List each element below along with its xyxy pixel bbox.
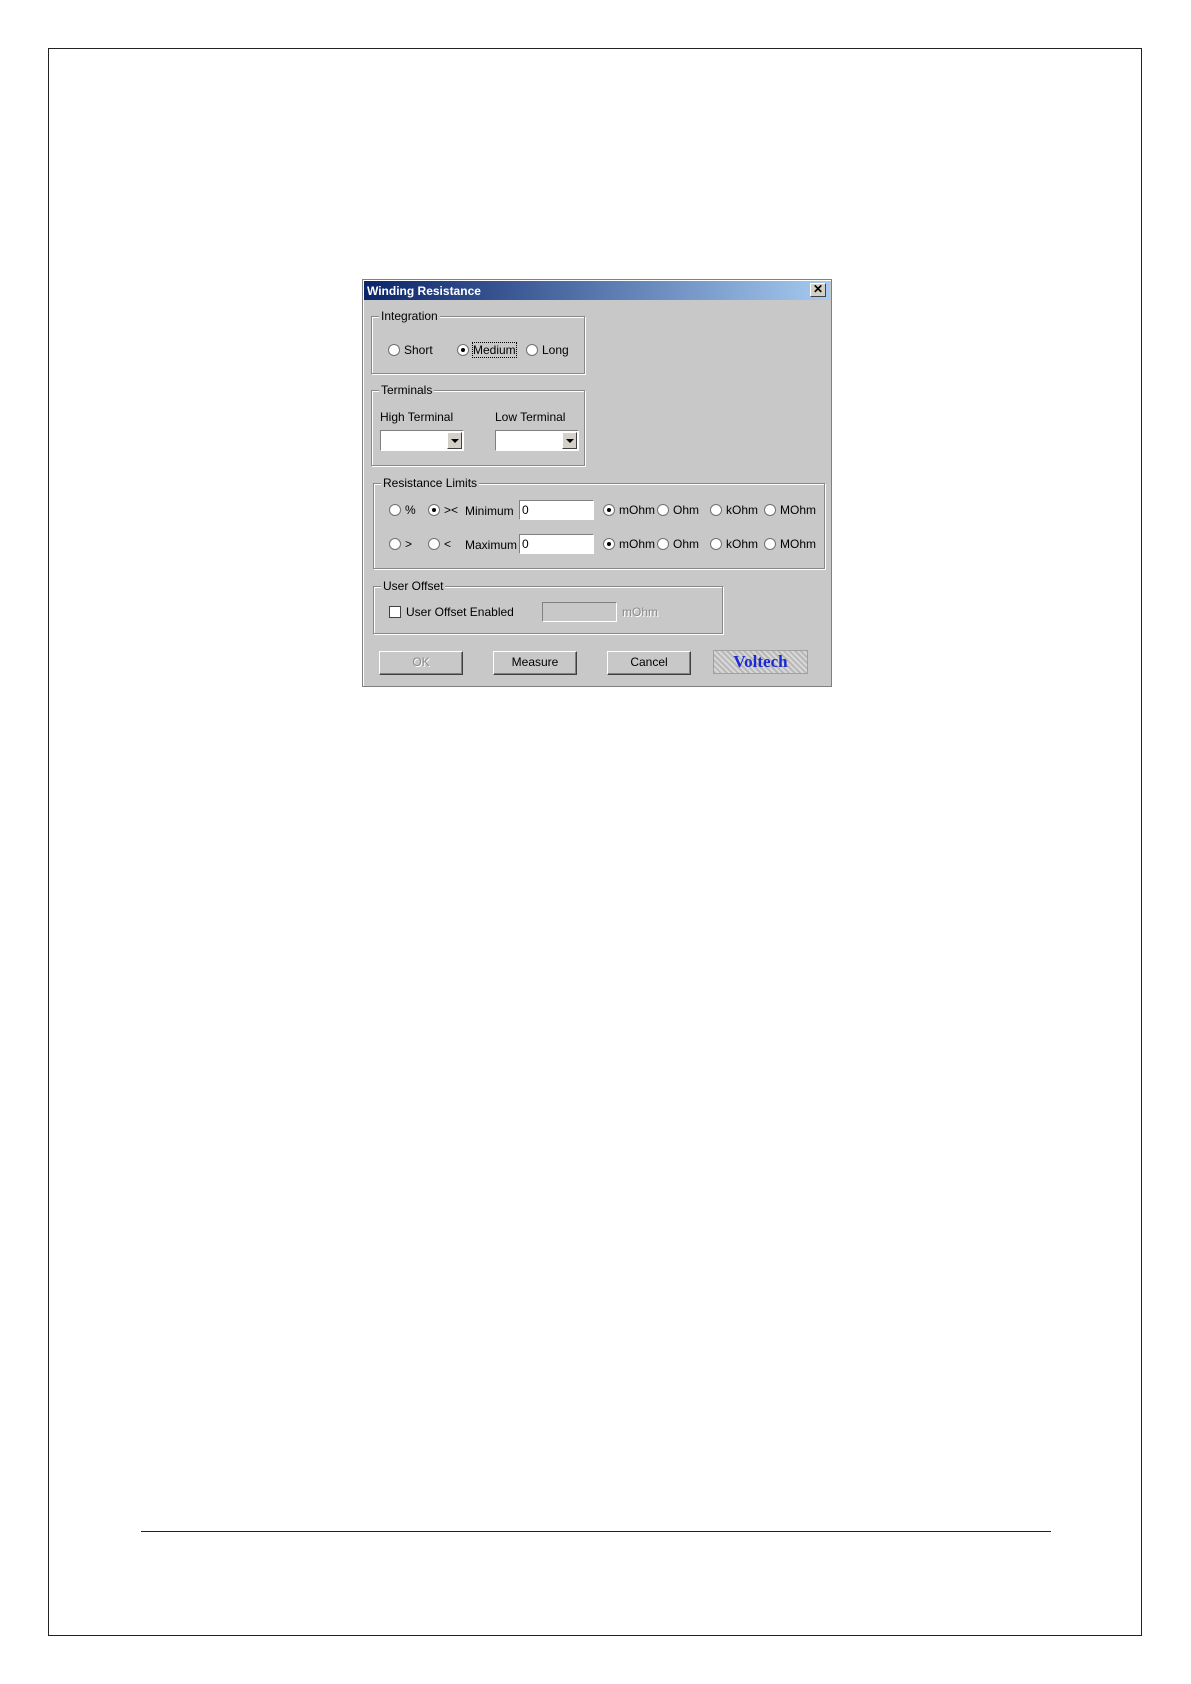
low-terminal-select[interactable] xyxy=(495,430,579,451)
minimum-unit-ohm-radio[interactable] xyxy=(657,504,669,516)
limit-less-label: < xyxy=(444,537,452,551)
high-terminal-select[interactable] xyxy=(380,430,464,451)
dialog-title: Winding Resistance xyxy=(367,284,481,298)
maximum-label: Maximum xyxy=(465,538,518,552)
minimum-unit-kohm-radio[interactable] xyxy=(710,504,722,516)
minimum-unit-kohm-label: kOhm xyxy=(726,503,759,517)
limit-greater-radio[interactable] xyxy=(389,538,401,550)
measure-button[interactable]: Measure xyxy=(493,651,577,675)
terminals-group-label: Terminals xyxy=(379,383,435,397)
resistance-limits-group-label: Resistance Limits xyxy=(381,476,480,490)
integration-short-label: Short xyxy=(404,343,433,357)
minimum-unit-mohm-label: mOhm xyxy=(619,503,655,517)
maximum-unit-kohm-label: kOhm xyxy=(726,537,759,551)
limit-between-label: >< xyxy=(444,503,459,517)
resistance-limits-group: Resistance Limits % >< Minimum mOhm Ohm … xyxy=(373,476,825,569)
maximum-unit-ohm-label: Ohm xyxy=(673,537,700,551)
ok-button[interactable]: OK xyxy=(379,651,463,675)
integration-group-label: Integration xyxy=(379,309,440,323)
minimum-unit-megohm-radio[interactable] xyxy=(764,504,776,516)
limit-less-radio[interactable] xyxy=(428,538,440,550)
integration-short-radio[interactable] xyxy=(388,344,400,356)
footer-rule xyxy=(141,1531,1051,1532)
maximum-input[interactable] xyxy=(519,534,594,554)
maximum-unit-mohm-label: mOhm xyxy=(619,537,655,551)
maximum-unit-mohm-radio[interactable] xyxy=(603,538,615,550)
user-offset-checkbox-label: User Offset Enabled xyxy=(406,605,514,619)
cancel-button[interactable]: Cancel xyxy=(607,651,691,675)
limit-between-radio[interactable] xyxy=(428,504,440,516)
user-offset-group: User Offset User Offset Enabled mOhm xyxy=(373,579,723,634)
limit-percent-label: % xyxy=(405,503,416,517)
integration-long-radio[interactable] xyxy=(526,344,538,356)
close-icon: ✕ xyxy=(812,282,824,296)
minimum-unit-mohm-radio[interactable] xyxy=(603,504,615,516)
winding-resistance-dialog: Winding Resistance ✕ Integration Short M… xyxy=(362,279,832,687)
high-terminal-label: High Terminal xyxy=(380,410,454,424)
minimum-input[interactable] xyxy=(519,500,594,520)
maximum-unit-megohm-label: MOhm xyxy=(780,537,816,551)
minimum-unit-megohm-label: MOhm xyxy=(780,503,816,517)
title-bar[interactable]: Winding Resistance ✕ xyxy=(364,281,830,300)
maximum-unit-ohm-radio[interactable] xyxy=(657,538,669,550)
maximum-unit-kohm-radio[interactable] xyxy=(710,538,722,550)
integration-group: Integration Short Medium Long xyxy=(371,309,585,374)
integration-long-label: Long xyxy=(542,343,569,357)
user-offset-group-label: User Offset xyxy=(381,579,446,593)
voltech-logo: Voltech xyxy=(713,650,808,674)
minimum-unit-ohm-label: Ohm xyxy=(673,503,700,517)
limit-greater-label: > xyxy=(405,537,413,551)
integration-medium-radio[interactable] xyxy=(457,344,469,356)
user-offset-input[interactable] xyxy=(542,602,617,622)
close-button[interactable]: ✕ xyxy=(810,283,826,297)
terminals-group: Terminals High Terminal Low Terminal xyxy=(371,383,585,466)
integration-medium-label: Medium xyxy=(472,342,517,358)
user-offset-unit-label: mOhm xyxy=(622,605,658,619)
minimum-label: Minimum xyxy=(465,504,514,518)
maximum-unit-megohm-radio[interactable] xyxy=(764,538,776,550)
low-terminal-label: Low Terminal xyxy=(495,410,566,424)
user-offset-checkbox[interactable] xyxy=(389,606,401,618)
chevron-down-icon[interactable] xyxy=(562,432,577,449)
chevron-down-icon[interactable] xyxy=(447,432,462,449)
limit-percent-radio[interactable] xyxy=(389,504,401,516)
